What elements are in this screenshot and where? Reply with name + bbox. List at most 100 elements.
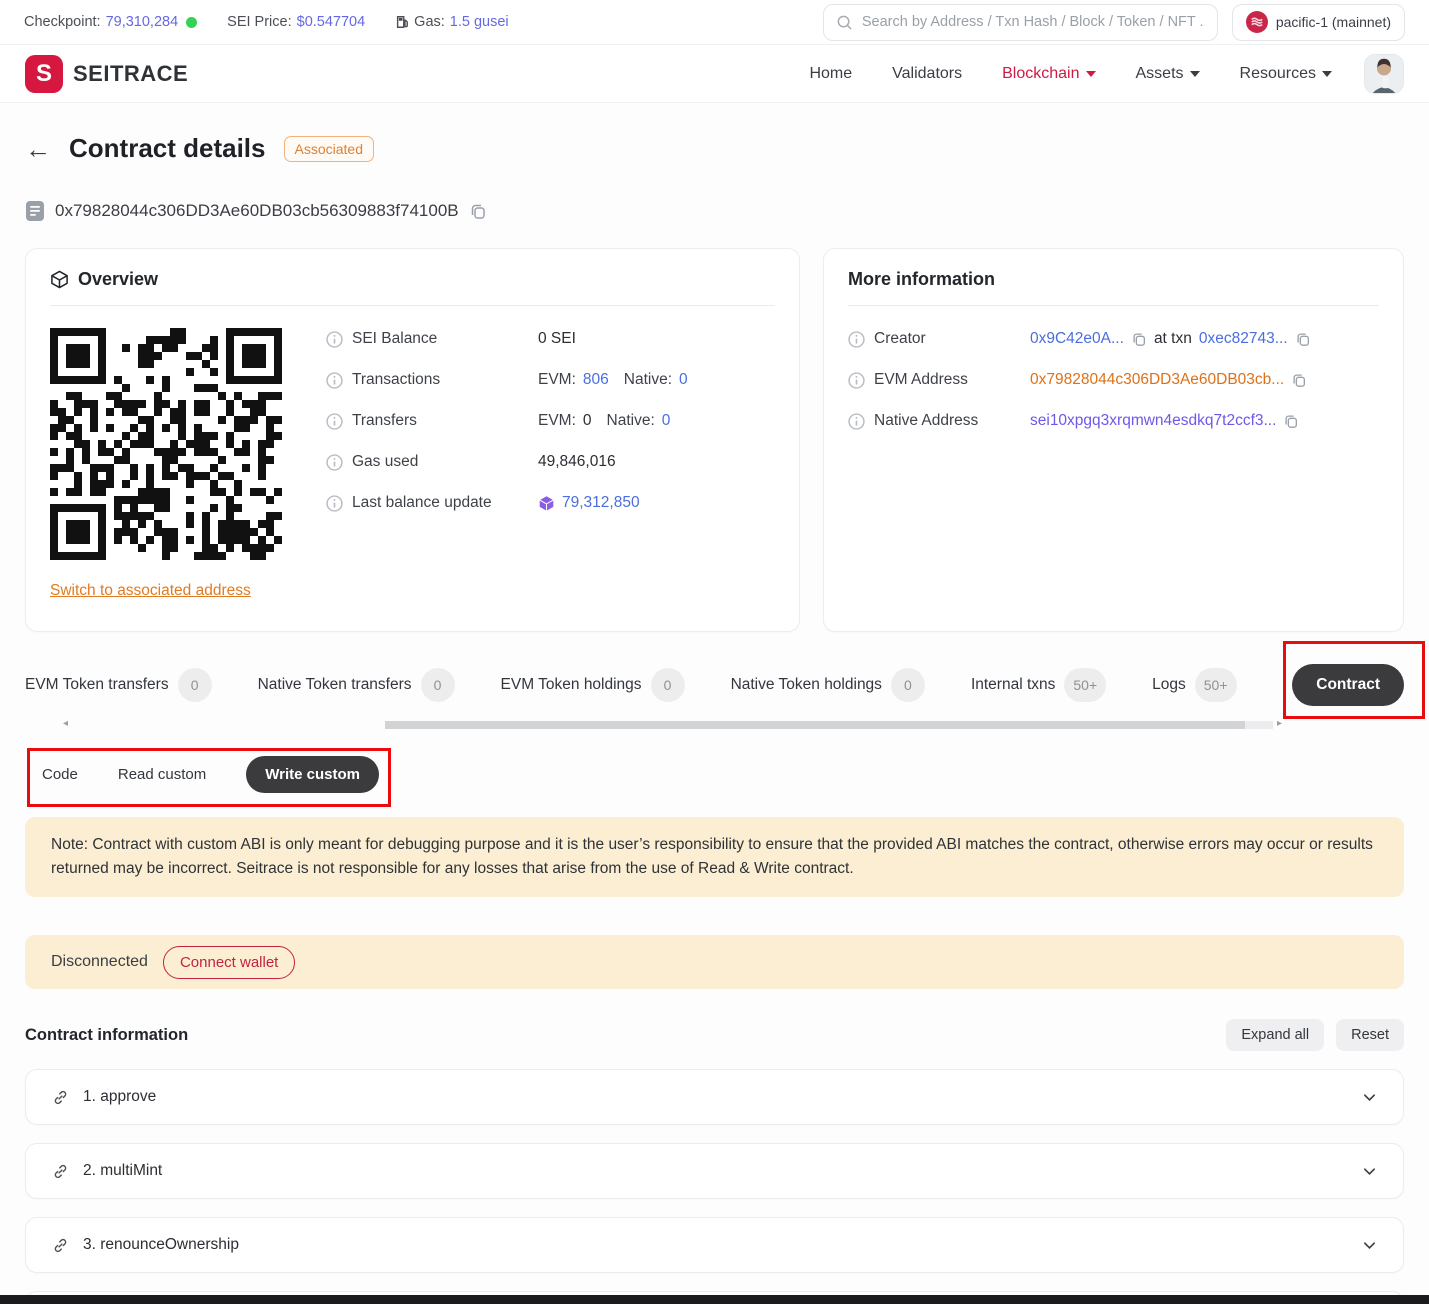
scrollbar-track bbox=[1245, 721, 1273, 729]
connect-wallet-button[interactable]: Connect wallet bbox=[163, 946, 295, 979]
checkpoint-stat: Checkpoint: 79,310,284 bbox=[24, 14, 197, 30]
gas-used-value: 49,846,016 bbox=[538, 453, 616, 471]
tab-native-token-holdings[interactable]: Native Token holdings 0 bbox=[731, 668, 925, 702]
checkpoint-value[interactable]: 79,310,284 bbox=[106, 14, 179, 30]
chain-link-icon bbox=[52, 1089, 69, 1106]
contract-subtabs: Code Read custom Write custom bbox=[42, 756, 379, 793]
tab-count-badge: 0 bbox=[651, 668, 685, 702]
copy-txn-icon[interactable] bbox=[1295, 331, 1311, 347]
top-stats-bar: Checkpoint: 79,310,284 SEI Price: $0.547… bbox=[0, 0, 1429, 45]
tab-count-badge: 50+ bbox=[1195, 668, 1237, 702]
sei-price-label: SEI Price: bbox=[227, 14, 291, 30]
overview-card: Overview Switch to associated address SE… bbox=[25, 248, 800, 632]
last-balance-row: Last balance update 79,312,850 bbox=[326, 494, 775, 512]
search-box[interactable] bbox=[823, 4, 1218, 41]
associated-badge: Associated bbox=[284, 136, 374, 162]
tabs-horizontal-scrollbar[interactable]: ◂ ▸ bbox=[25, 721, 1404, 730]
reset-button[interactable]: Reset bbox=[1336, 1019, 1404, 1051]
network-name: pacific-1 (mainnet) bbox=[1276, 14, 1391, 30]
contract-address[interactable]: 0x79828044c306DD3Ae60DB03cb56309883f7410… bbox=[55, 201, 459, 221]
info-icon bbox=[848, 413, 865, 430]
sei-balance-row: SEI Balance 0 SEI bbox=[326, 330, 775, 348]
subtab-code[interactable]: Code bbox=[42, 766, 78, 783]
scroll-left-arrow-icon[interactable]: ◂ bbox=[63, 718, 68, 729]
info-icon bbox=[326, 495, 343, 512]
evm-address-link[interactable]: 0x79828044c306DD3Ae60DB03cb... bbox=[1030, 371, 1284, 389]
expand-all-button[interactable]: Expand all bbox=[1226, 1019, 1324, 1051]
sei-network-icon bbox=[1246, 11, 1268, 33]
tabs-bar: EVM Token transfers 0 Native Token trans… bbox=[25, 664, 1404, 706]
creator-txn-link[interactable]: 0xec82743... bbox=[1199, 330, 1288, 348]
native-address-link[interactable]: sei10xpgq3xrqmwn4esdkq7t2ccf3... bbox=[1030, 412, 1276, 430]
gas-pump-icon bbox=[395, 15, 409, 29]
more-info-title: More information bbox=[848, 269, 995, 290]
scrollbar-thumb[interactable] bbox=[385, 721, 1245, 729]
method-accordion-renounceownership[interactable]: 3. renounceOwnership bbox=[25, 1217, 1404, 1273]
transfers-native-count[interactable]: 0 bbox=[662, 412, 671, 430]
contract-information-title: Contract information bbox=[25, 1026, 188, 1045]
transactions-evm-count[interactable]: 806 bbox=[583, 371, 609, 389]
creator-row: Creator 0x9C42e0A... at txn 0xec82743... bbox=[848, 330, 1379, 348]
tab-contract[interactable]: Contract bbox=[1292, 664, 1404, 706]
tab-evm-token-transfers[interactable]: EVM Token transfers 0 bbox=[25, 668, 212, 702]
chevron-down-icon[interactable] bbox=[1362, 1090, 1377, 1105]
copy-address-icon[interactable] bbox=[469, 202, 487, 220]
more-information-card: More information Creator 0x9C42e0A... at… bbox=[823, 248, 1404, 632]
tab-internal-txns[interactable]: Internal txns 50+ bbox=[971, 668, 1106, 702]
evm-address-row: EVM Address 0x79828044c306DD3Ae60DB03cb.… bbox=[848, 371, 1379, 389]
tab-logs[interactable]: Logs 50+ bbox=[1152, 668, 1236, 702]
search-icon bbox=[836, 14, 853, 31]
copy-creator-icon[interactable] bbox=[1131, 331, 1147, 347]
user-avatar[interactable] bbox=[1364, 54, 1404, 94]
tab-count-badge: 0 bbox=[421, 668, 455, 702]
back-arrow-icon[interactable]: ← bbox=[25, 136, 51, 162]
tab-native-token-transfers[interactable]: Native Token transfers 0 bbox=[258, 668, 455, 702]
tab-evm-token-holdings[interactable]: EVM Token holdings 0 bbox=[501, 668, 685, 702]
chevron-down-icon bbox=[1086, 71, 1096, 77]
creator-address-link[interactable]: 0x9C42e0A... bbox=[1030, 330, 1124, 348]
wallet-status: Disconnected bbox=[51, 953, 148, 971]
copy-evm-address-icon[interactable] bbox=[1291, 372, 1307, 388]
transactions-native-count[interactable]: 0 bbox=[679, 371, 688, 389]
switch-associated-link[interactable]: Switch to associated address bbox=[50, 582, 251, 600]
gas-used-row: Gas used 49,846,016 bbox=[326, 453, 775, 471]
search-input[interactable] bbox=[862, 14, 1205, 30]
sei-price-stat: SEI Price: $0.547704 bbox=[227, 14, 365, 30]
status-dot-icon bbox=[186, 17, 197, 28]
custom-abi-note: Note: Contract with custom ABI is only m… bbox=[25, 817, 1404, 897]
info-icon bbox=[848, 372, 865, 389]
brand-name: SEITRACE bbox=[73, 61, 188, 87]
contract-file-icon bbox=[25, 200, 45, 222]
nav-items: Home Validators Blockchain Assets Resour… bbox=[809, 65, 1332, 83]
method-accordion-multimint[interactable]: 2. multiMint bbox=[25, 1143, 1404, 1199]
overview-cube-icon bbox=[50, 270, 69, 289]
chevron-down-icon[interactable] bbox=[1362, 1164, 1377, 1179]
nav-item-resources[interactable]: Resources bbox=[1240, 65, 1332, 83]
info-icon bbox=[326, 454, 343, 471]
brand[interactable]: S SEITRACE bbox=[25, 55, 188, 93]
native-address-row: Native Address sei10xpgq3xrqmwn4esdkq7t2… bbox=[848, 412, 1379, 430]
subtab-read-custom[interactable]: Read custom bbox=[118, 766, 206, 783]
wallet-banner: Disconnected Connect wallet bbox=[25, 935, 1404, 989]
chevron-down-icon[interactable] bbox=[1362, 1238, 1377, 1253]
nav-item-blockchain[interactable]: Blockchain bbox=[1002, 65, 1095, 83]
tab-count-badge: 50+ bbox=[1064, 668, 1106, 702]
method-accordion-approve[interactable]: 1. approve bbox=[25, 1069, 1404, 1125]
gas-value[interactable]: 1.5 gusei bbox=[450, 14, 509, 30]
checkpoint-label: Checkpoint: bbox=[24, 14, 101, 30]
scroll-right-arrow-icon[interactable]: ▸ bbox=[1277, 718, 1282, 729]
transfers-row: Transfers EVM: 0 Native: 0 bbox=[326, 412, 775, 430]
subtab-write-custom[interactable]: Write custom bbox=[246, 756, 379, 793]
copy-native-address-icon[interactable] bbox=[1283, 413, 1299, 429]
network-selector[interactable]: pacific-1 (mainnet) bbox=[1232, 4, 1405, 41]
info-icon bbox=[326, 413, 343, 430]
nav-item-validators[interactable]: Validators bbox=[892, 65, 962, 83]
chain-link-icon bbox=[52, 1237, 69, 1254]
last-balance-block[interactable]: 79,312,850 bbox=[562, 494, 640, 512]
transactions-row: Transactions EVM: 806 Native: 0 bbox=[326, 371, 775, 389]
info-icon bbox=[848, 331, 865, 348]
nav-item-home[interactable]: Home bbox=[809, 65, 852, 83]
nav-item-assets[interactable]: Assets bbox=[1136, 65, 1200, 83]
block-cube-icon bbox=[538, 495, 555, 512]
sei-price-value[interactable]: $0.547704 bbox=[297, 14, 366, 30]
